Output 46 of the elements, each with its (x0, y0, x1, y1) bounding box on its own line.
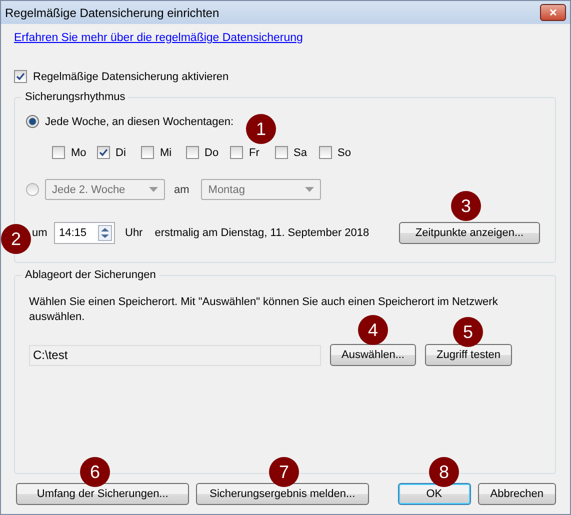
report-button[interactable]: Sicherungsergebnis melden... (196, 483, 369, 505)
callout-badge: 6 (80, 457, 110, 487)
callout-badge: 2 (1, 224, 31, 254)
radio-button[interactable] (26, 115, 39, 128)
callout-badge: 5 (453, 317, 483, 347)
radio-label: Jede Woche, an diesen Wochentagen: (45, 116, 234, 128)
callout-badge: 1 (246, 114, 276, 144)
callout-badge: 8 (429, 457, 459, 487)
time-prefix: um (32, 227, 48, 239)
group-title: Ablageort der Sicherungen (24, 269, 157, 281)
spinner-arrows-icon (98, 225, 112, 241)
time-spinner[interactable]: 14:15 (54, 222, 115, 244)
checkbox[interactable] (141, 146, 154, 159)
checkbox[interactable] (186, 146, 198, 159)
day-label: Mo (71, 146, 86, 158)
checkbox[interactable] (14, 70, 27, 83)
day-label: Do (204, 146, 219, 158)
time-suffix: Uhr (125, 227, 143, 239)
browse-button[interactable]: Auswählen... (330, 344, 416, 366)
first-run-text: erstmalig am Dienstag, 11. September 2018 (154, 227, 370, 239)
caret-icon (149, 187, 158, 192)
test-access-button[interactable]: Zugriff testen (425, 344, 512, 366)
day-label: Mi (160, 146, 172, 158)
checkbox[interactable] (274, 146, 288, 159)
scope-button[interactable]: Umfang der Sicherungen... (16, 483, 190, 505)
checkbox[interactable] (318, 146, 332, 159)
on-label: am (174, 184, 190, 196)
path-field[interactable]: C:\test (29, 344, 321, 366)
checkbox[interactable] (96, 146, 110, 159)
ok-button[interactable]: OK (398, 483, 471, 505)
info-link[interactable]: Erfahren Sie mehr über die regelmäßige Datensicherung (14, 32, 303, 44)
cancel-button[interactable]: Abbrechen (478, 483, 556, 505)
checkbox[interactable] (52, 146, 65, 159)
day-label: Fr (249, 146, 260, 158)
callout-badge: 7 (269, 457, 299, 487)
day-label: Di (116, 146, 126, 158)
day-label: So (338, 146, 351, 158)
day-label: Sa (294, 146, 307, 158)
group-title: Sicherungsrhythmus (24, 91, 126, 103)
callout-badge: 4 (358, 315, 388, 345)
caret-icon (305, 187, 314, 192)
show-times-button[interactable]: Zeitpunkte anzeigen... (399, 222, 540, 244)
checkbox[interactable] (230, 146, 243, 159)
checkbox-label: Regelmäßige Datensicherung aktivieren (33, 70, 229, 82)
window-title: Regelmäßige Datensicherung einrichten (5, 6, 220, 20)
callout-badge: 3 (451, 191, 481, 221)
